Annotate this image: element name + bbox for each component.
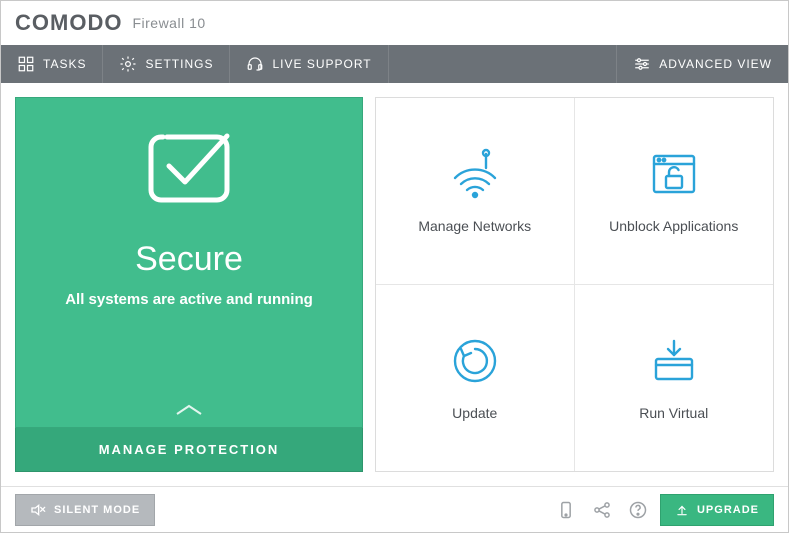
menu-tasks[interactable]: TASKS: [1, 45, 103, 83]
footer: SILENT MODE UPGRADE: [1, 486, 788, 532]
mobile-icon[interactable]: [556, 500, 576, 520]
secure-check-icon: [139, 118, 239, 218]
grid-icon: [17, 55, 35, 73]
tile-unblock-applications-label: Unblock Applications: [609, 218, 738, 234]
tile-run-virtual[interactable]: Run Virtual: [575, 285, 774, 472]
help-icon[interactable]: [628, 500, 648, 520]
mute-icon: [30, 502, 46, 518]
silent-mode-label: SILENT MODE: [54, 504, 140, 516]
chevron-up-icon: [174, 403, 204, 417]
status-card: Secure All systems are active and runnin…: [15, 97, 363, 428]
share-icon[interactable]: [592, 500, 612, 520]
tile-manage-networks[interactable]: Manage Networks: [376, 98, 575, 285]
wifi-icon: [449, 148, 501, 200]
upgrade-button[interactable]: UPGRADE: [660, 494, 774, 526]
unlock-app-icon: [648, 148, 700, 200]
manage-protection-button[interactable]: MANAGE PROTECTION: [15, 428, 363, 472]
menu-tasks-label: TASKS: [43, 57, 86, 71]
silent-mode-button[interactable]: SILENT MODE: [15, 494, 155, 526]
upload-icon: [675, 503, 689, 517]
upgrade-label: UPGRADE: [697, 504, 759, 516]
menu-settings-label: SETTINGS: [145, 57, 213, 71]
menu-advanced-view-label: ADVANCED VIEW: [659, 57, 772, 71]
content-area: Secure All systems are active and runnin…: [1, 83, 788, 486]
action-tiles: Manage Networks Unblock Applications: [375, 97, 774, 472]
tile-update[interactable]: Update: [376, 285, 575, 472]
menu-advanced-view[interactable]: ADVANCED VIEW: [616, 45, 788, 83]
run-virtual-icon: [648, 335, 700, 387]
footer-icons: [556, 500, 648, 520]
headset-icon: [246, 55, 264, 73]
status-subtitle: All systems are active and running: [65, 291, 313, 308]
window-controls: [748, 15, 774, 31]
menubar: TASKS SETTINGS LIVE SUPPORT ADVANCED VIE…: [1, 45, 788, 83]
tile-run-virtual-label: Run Virtual: [639, 405, 708, 421]
status-panel: Secure All systems are active and runnin…: [15, 97, 363, 472]
gear-icon: [119, 55, 137, 73]
manage-protection-label: MANAGE PROTECTION: [99, 442, 280, 457]
menu-settings[interactable]: SETTINGS: [103, 45, 230, 83]
refresh-icon: [449, 335, 501, 387]
titlebar: COMODO Firewall 10: [1, 1, 788, 45]
menu-live-support[interactable]: LIVE SUPPORT: [230, 45, 388, 83]
product-name: Firewall 10: [132, 15, 205, 31]
brand-logo: COMODO: [15, 10, 122, 36]
tile-manage-networks-label: Manage Networks: [418, 218, 531, 234]
sliders-icon: [633, 55, 651, 73]
tile-update-label: Update: [452, 405, 497, 421]
status-title: Secure: [135, 240, 243, 279]
menu-live-support-label: LIVE SUPPORT: [272, 57, 371, 71]
tile-unblock-applications[interactable]: Unblock Applications: [575, 98, 774, 285]
app-window: COMODO Firewall 10 TASKS SETTINGS: [0, 0, 789, 533]
